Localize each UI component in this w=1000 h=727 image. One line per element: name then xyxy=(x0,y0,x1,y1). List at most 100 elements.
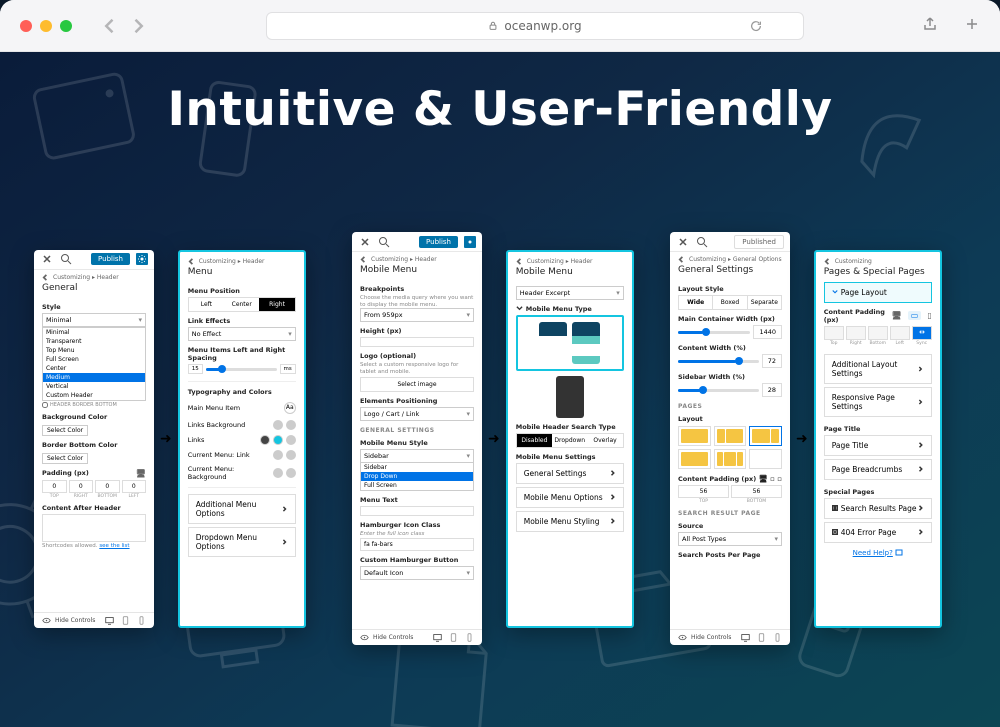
pad-left[interactable]: 0 xyxy=(122,480,147,493)
refresh-icon[interactable] xyxy=(749,19,763,33)
mobile-icon[interactable] xyxy=(465,633,474,642)
color-swatch[interactable] xyxy=(286,435,296,445)
mobile-menu-styling-button[interactable]: Mobile Menu Styling xyxy=(516,511,624,532)
search-icon[interactable] xyxy=(60,253,72,265)
back-button[interactable] xyxy=(100,16,120,36)
close-icon[interactable] xyxy=(676,235,690,249)
style-select-open[interactable]: Minimal xyxy=(42,313,146,327)
content-after-textarea[interactable] xyxy=(42,514,146,542)
menu-text-input[interactable] xyxy=(360,506,474,516)
need-help-link[interactable]: Need Help? xyxy=(824,549,932,557)
new-tab-icon[interactable] xyxy=(964,16,980,36)
elements-positioning-select[interactable]: Logo / Cart / Link xyxy=(360,407,474,421)
source-select[interactable]: All Post Types xyxy=(678,532,782,546)
color-swatch[interactable] xyxy=(260,435,270,445)
close-icon[interactable] xyxy=(358,235,372,249)
close-icon[interactable] xyxy=(40,252,54,266)
desktop-icon[interactable] xyxy=(105,616,114,625)
color-swatch[interactable] xyxy=(273,435,283,445)
close-window[interactable] xyxy=(20,20,32,32)
cp-bottom[interactable]: 56 xyxy=(731,485,782,498)
header-border-checkbox[interactable] xyxy=(42,402,48,408)
layout-grid[interactable] xyxy=(678,426,782,469)
sidebar-width-slider[interactable] xyxy=(699,386,707,394)
cp-top[interactable]: 56 xyxy=(678,485,729,498)
color-swatch[interactable] xyxy=(273,420,283,430)
pad-bottom[interactable]: 0 xyxy=(95,480,120,493)
dropdown-menu-button[interactable]: Dropdown Menu Options xyxy=(188,527,296,557)
mobile-icon[interactable] xyxy=(137,616,146,625)
pad-sync[interactable] xyxy=(912,326,932,340)
breadcrumb[interactable]: Customizing ▸ Header xyxy=(508,252,632,267)
breadcrumb[interactable]: Customizing ▸ Header xyxy=(180,252,304,267)
hide-controls-button[interactable]: Hide Controls xyxy=(373,634,413,641)
see-list-link[interactable]: see the list xyxy=(99,543,129,549)
address-bar[interactable]: oceanwp.org xyxy=(266,12,804,40)
pad-right[interactable] xyxy=(846,326,866,340)
mobile-preview-dark[interactable] xyxy=(556,376,584,418)
content-width-value[interactable]: 72 xyxy=(762,354,782,368)
pad-left[interactable] xyxy=(890,326,910,340)
search-type-tabs[interactable]: DisabledDropdownOverlay xyxy=(516,433,624,448)
pad-top[interactable]: 0 xyxy=(42,480,67,493)
breadcrumbs-button[interactable]: Page Breadcrumbs xyxy=(824,459,932,480)
border-color-swatch[interactable]: Select Color xyxy=(42,453,88,464)
hide-controls-button[interactable]: Hide Controls xyxy=(55,617,95,624)
hide-controls-button[interactable]: Hide Controls xyxy=(691,634,731,641)
tablet-icon[interactable] xyxy=(757,633,766,642)
forward-button[interactable] xyxy=(128,16,148,36)
tablet-icon[interactable] xyxy=(449,633,458,642)
search-icon[interactable] xyxy=(696,236,708,248)
breadcrumb[interactable]: Customizing xyxy=(816,252,940,267)
minimize-window[interactable] xyxy=(40,20,52,32)
style-dropdown-list[interactable]: Minimal Transparent Top Menu Full Screen… xyxy=(42,327,146,401)
search-results-button[interactable]: Search Results Page xyxy=(824,498,932,519)
general-settings-button[interactable]: General Settings xyxy=(516,463,624,484)
gear-icon[interactable] xyxy=(464,236,476,248)
color-swatch[interactable] xyxy=(273,468,283,478)
color-swatch[interactable] xyxy=(286,420,296,430)
desktop-icon[interactable] xyxy=(741,633,750,642)
menu-position-tabs[interactable]: LeftCenterRight xyxy=(188,297,296,312)
breadcrumb[interactable]: Customizing ▸ Header xyxy=(34,270,154,283)
header-excerpt-select[interactable]: Header Excerpt xyxy=(516,286,624,300)
container-width-slider[interactable] xyxy=(702,328,710,336)
pad-bottom[interactable] xyxy=(868,326,888,340)
additional-layout-button[interactable]: Additional Layout Settings xyxy=(824,354,932,384)
gear-icon[interactable] xyxy=(136,253,148,265)
desktop-icon[interactable] xyxy=(433,633,442,642)
responsive-settings-button[interactable]: Responsive Page Settings xyxy=(824,387,932,417)
tablet-icon[interactable] xyxy=(121,616,130,625)
publish-button[interactable]: Publish xyxy=(91,253,130,265)
mobile-icon[interactable] xyxy=(773,633,782,642)
pad-top[interactable] xyxy=(824,326,844,340)
bg-color-swatch[interactable]: Select Color xyxy=(42,425,88,436)
breakpoint-select[interactable]: From 959px xyxy=(360,308,474,322)
typography-button[interactable]: Aa xyxy=(284,402,296,414)
page-title-button[interactable]: Page Title xyxy=(824,435,932,456)
layout-style-tabs[interactable]: WideBoxedSeparate xyxy=(678,295,782,310)
custom-hamburger-select[interactable]: Default Icon xyxy=(360,566,474,580)
container-width-value[interactable]: 1440 xyxy=(753,325,782,339)
breadcrumb[interactable]: Customizing ▸ General Options xyxy=(670,252,790,265)
maximize-window[interactable] xyxy=(60,20,72,32)
select-image-button[interactable]: Select image xyxy=(360,377,474,392)
pad-right[interactable]: 0 xyxy=(69,480,94,493)
additional-menu-button[interactable]: Additional Menu Options xyxy=(188,494,296,524)
error-page-button[interactable]: 404 Error Page xyxy=(824,522,932,543)
sidebar-width-value[interactable]: 28 xyxy=(762,383,782,397)
height-input[interactable] xyxy=(360,337,474,347)
search-icon[interactable] xyxy=(378,236,390,248)
color-swatch[interactable] xyxy=(273,450,283,460)
spacing-slider[interactable] xyxy=(218,365,226,373)
hamburger-class-input[interactable]: fa fa-bars xyxy=(360,538,474,551)
mobile-menu-options-button[interactable]: Mobile Menu Options xyxy=(516,487,624,508)
page-layout-button[interactable]: Page Layout xyxy=(824,282,932,303)
mobile-menu-style-select[interactable]: Sidebar xyxy=(360,449,474,463)
publish-button[interactable]: Publish xyxy=(419,236,458,248)
breadcrumb[interactable]: Customizing ▸ Header xyxy=(352,252,482,265)
share-icon[interactable] xyxy=(922,16,938,36)
link-effects-select[interactable]: No Effect xyxy=(188,327,296,341)
color-swatch[interactable] xyxy=(286,468,296,478)
content-width-slider[interactable] xyxy=(735,357,743,365)
